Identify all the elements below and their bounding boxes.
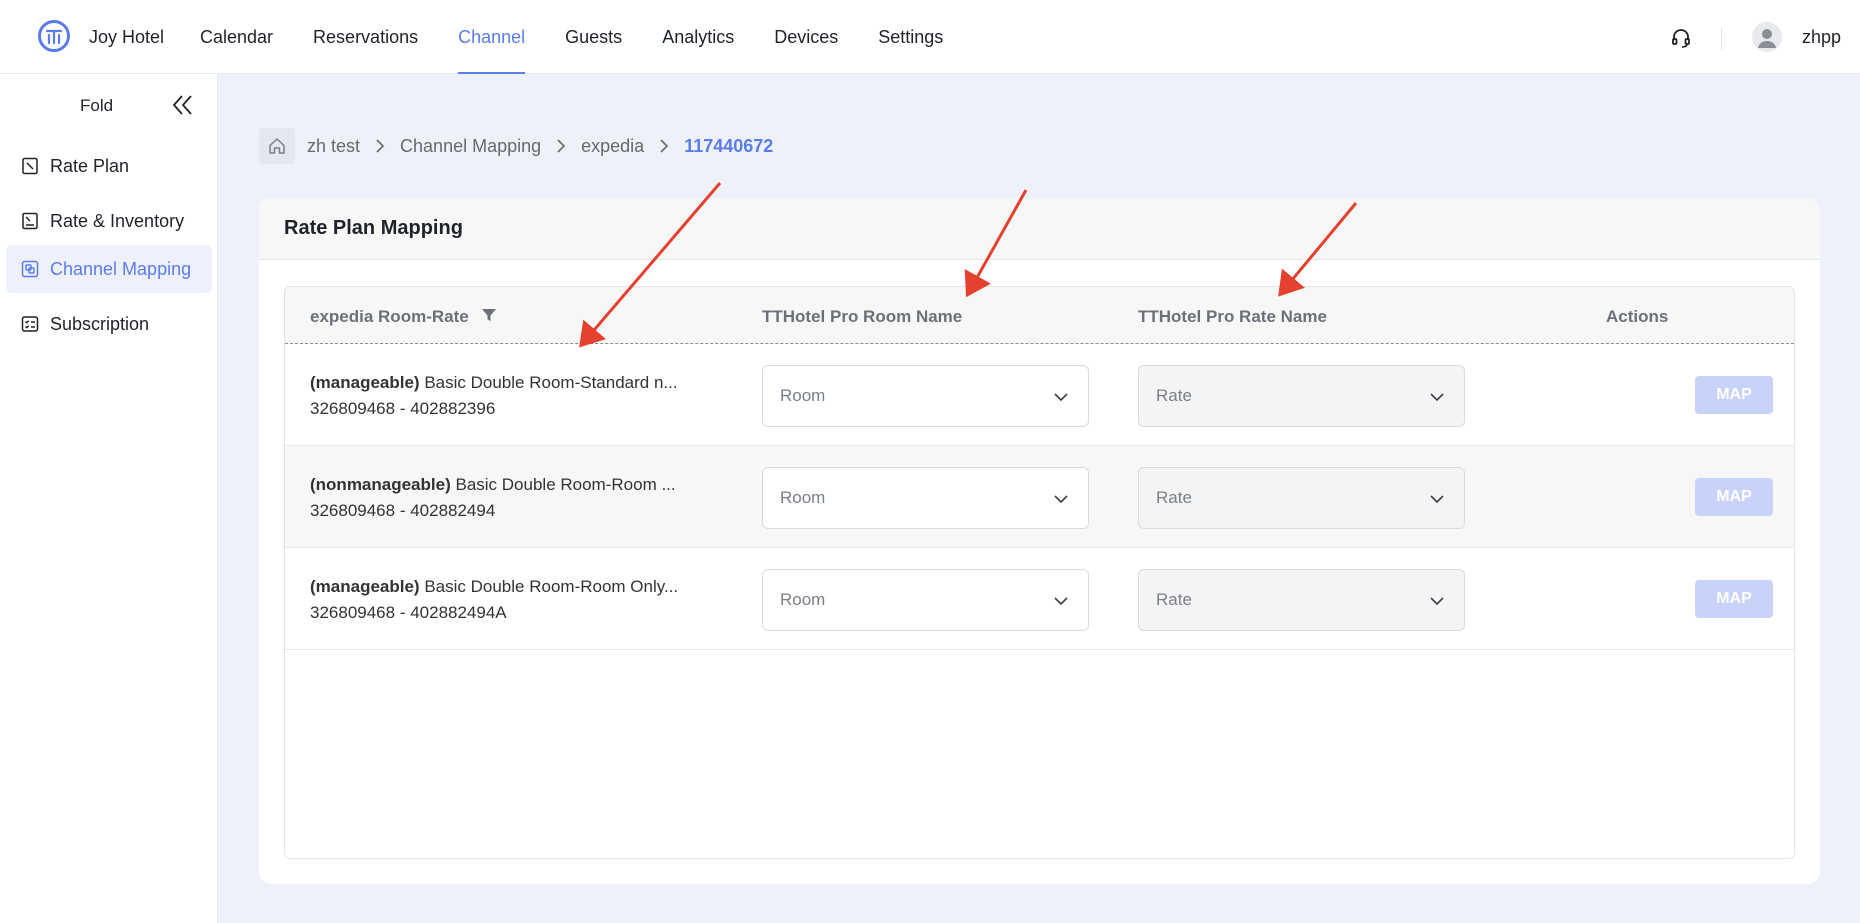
manageable-tag: (manageable) — [310, 577, 420, 596]
nav-devices[interactable]: Devices — [774, 0, 838, 74]
card-title: Rate Plan Mapping — [284, 217, 463, 239]
breadcrumb-item[interactable]: Channel Mapping — [400, 136, 541, 157]
hotel-logo-icon[interactable] — [38, 20, 70, 52]
room-select-placeholder: Room — [780, 386, 826, 405]
room-rate-ids: 326809468 - 402882396 — [310, 399, 496, 418]
rate-select[interactable]: Rate — [1138, 569, 1465, 631]
sidebar-item-channel-mapping[interactable]: Channel Mapping — [6, 245, 212, 293]
chevron-down-icon — [1052, 388, 1070, 411]
breadcrumb: zh test Channel Mapping expedia 11744067… — [259, 128, 773, 164]
filter-icon[interactable] — [481, 307, 497, 328]
chevron-down-icon — [1428, 388, 1446, 411]
sidebar-item-label: Rate & Inventory — [50, 210, 185, 231]
column-header-room-name: TTHotel Pro Room Name — [762, 307, 963, 326]
channel-mapping-icon — [20, 259, 40, 279]
sidebar-item-label: Channel Mapping — [50, 258, 192, 279]
nav-calendar[interactable]: Calendar — [200, 0, 273, 74]
headset-support-icon[interactable] — [1670, 27, 1692, 49]
avatar[interactable] — [1752, 22, 1782, 52]
room-rate-ids: 326809468 - 402882494 — [310, 501, 496, 520]
nav-settings[interactable]: Settings — [878, 0, 943, 74]
sidebar-item-rate-inventory[interactable]: Rate & Inventory — [6, 197, 212, 245]
breadcrumb-item[interactable]: zh test — [307, 136, 360, 157]
room-rate-ids: 326809468 - 402882494A — [310, 603, 507, 622]
divider — [1721, 28, 1722, 50]
chevron-down-icon — [1052, 490, 1070, 513]
chevron-down-icon — [1428, 592, 1446, 615]
table-header: expedia Room-Rate TTHotel Pro Room Name … — [285, 287, 1794, 344]
rate-select-placeholder: Rate — [1156, 590, 1192, 609]
username[interactable]: zhpp — [1802, 27, 1841, 48]
mapping-table: expedia Room-Rate TTHotel Pro Room Name … — [284, 286, 1795, 859]
nav-channel[interactable]: Channel — [458, 0, 526, 74]
sidebar: Fold Rate Plan Rate & Inventory Channel … — [0, 74, 218, 923]
subscription-icon — [20, 314, 40, 334]
nav-analytics[interactable]: Analytics — [662, 0, 734, 74]
fold-label[interactable]: Fold — [80, 96, 113, 116]
chevron-down-icon — [1052, 592, 1070, 615]
double-chevron-left-icon[interactable] — [170, 93, 196, 117]
nonmanageable-tag: (nonmanageable) — [310, 475, 451, 494]
room-rate-name: Basic Double Room-Room ... — [455, 475, 676, 494]
breadcrumb-current: 117440672 — [684, 135, 774, 156]
sidebar-item-label: Rate Plan — [50, 155, 130, 176]
room-rate-name: Basic Double Room-Room Only... — [424, 577, 679, 596]
room-rate-name: Basic Double Room-Standard n... — [424, 373, 678, 392]
room-select-placeholder: Room — [780, 488, 826, 507]
manageable-tag: (manageable) — [310, 373, 420, 392]
chevron-down-icon — [1428, 490, 1446, 513]
rate-inventory-icon — [20, 211, 40, 231]
map-button[interactable]: MAP — [1695, 478, 1773, 516]
top-navigation-bar: Joy Hotel Calendar Reservations Channel … — [0, 0, 1860, 74]
sidebar-item-label: Subscription — [50, 313, 150, 334]
rate-select[interactable]: Rate — [1138, 467, 1465, 529]
nav-guests[interactable]: Guests — [565, 0, 622, 74]
table-row: (manageable) Basic Double Room-Standard … — [285, 344, 1794, 446]
rate-select-placeholder: Rate — [1156, 488, 1192, 507]
hotel-name[interactable]: Joy Hotel — [89, 27, 164, 48]
room-select[interactable]: Room — [762, 365, 1089, 427]
sidebar-item-subscription[interactable]: Subscription — [6, 300, 212, 348]
chevron-right-icon — [644, 138, 684, 154]
room-select-placeholder: Room — [780, 590, 826, 609]
room-rate-cell: (nonmanageable) Basic Double Room-Room .… — [310, 475, 730, 521]
table-row: (manageable) Basic Double Room-Room Only… — [285, 548, 1794, 650]
room-select[interactable]: Room — [762, 467, 1089, 529]
breadcrumb-item[interactable]: expedia — [581, 136, 644, 157]
room-rate-cell: (manageable) Basic Double Room-Standard … — [310, 373, 730, 419]
rate-plan-mapping-card: Rate Plan Mapping expedia Room-Rate TTHo… — [259, 198, 1820, 884]
rate-plan-icon — [20, 156, 40, 176]
column-header-rate-name: TTHotel Pro Rate Name — [1138, 307, 1327, 326]
home-icon[interactable] — [259, 128, 295, 164]
chevron-right-icon — [360, 138, 400, 154]
nav-reservations[interactable]: Reservations — [313, 0, 418, 74]
map-button[interactable]: MAP — [1695, 580, 1773, 618]
card-header: Rate Plan Mapping — [259, 198, 1820, 260]
rate-select-placeholder: Rate — [1156, 386, 1192, 405]
room-select[interactable]: Room — [762, 569, 1089, 631]
column-header-actions: Actions — [1606, 307, 1669, 326]
chevron-right-icon — [541, 138, 581, 154]
table-row: (nonmanageable) Basic Double Room-Room .… — [285, 446, 1794, 548]
sidebar-item-rate-plan[interactable]: Rate Plan — [6, 142, 212, 190]
column-header-label: expedia Room-Rate — [310, 307, 469, 326]
main-nav: Calendar Reservations Channel Guests Ana… — [200, 0, 983, 74]
map-button[interactable]: MAP — [1695, 376, 1773, 414]
rate-select[interactable]: Rate — [1138, 365, 1465, 427]
room-rate-cell: (manageable) Basic Double Room-Room Only… — [310, 577, 730, 623]
column-header-room-rate: expedia Room-Rate — [310, 307, 497, 328]
